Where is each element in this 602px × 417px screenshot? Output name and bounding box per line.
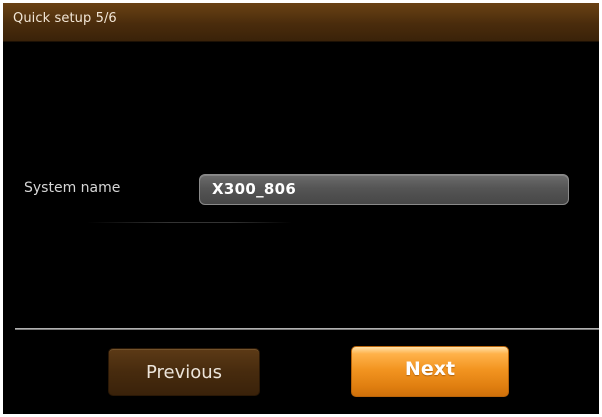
footer-divider bbox=[15, 328, 599, 330]
previous-button-label: Previous bbox=[145, 361, 223, 383]
title-bar: Quick setup 5/6 bbox=[3, 3, 599, 42]
system-name-label: System name bbox=[24, 180, 121, 196]
system-name-input[interactable]: X300_806 bbox=[199, 174, 569, 205]
next-button-label: Next bbox=[404, 358, 456, 380]
next-button[interactable]: Next bbox=[351, 346, 509, 397]
window-title: Quick setup 5/6 bbox=[13, 11, 117, 26]
field-separator bbox=[87, 222, 292, 223]
previous-button[interactable]: Previous bbox=[108, 348, 260, 396]
system-name-value: X300_806 bbox=[212, 180, 297, 198]
quick-setup-screen: Quick setup 5/6 System name X300_806 Pre… bbox=[3, 3, 599, 414]
